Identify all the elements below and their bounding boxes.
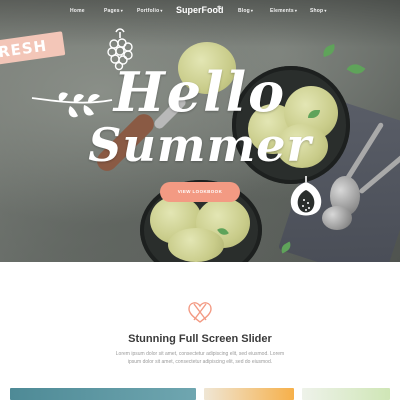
chevron-down-icon: ▾ (250, 8, 254, 13)
thumbnail-image[interactable] (302, 388, 390, 400)
section-text-line: Lorem ipsum dolor sit amet, consectetur … (115, 351, 285, 357)
nav-item-home[interactable]: Home (70, 8, 85, 14)
nav-item-label: Home (70, 8, 85, 14)
ice-cream-heart-icon (188, 302, 212, 323)
hero-headline-line1: Hello (113, 60, 287, 124)
nav-item-label: Portfolio (137, 8, 160, 14)
nav-item-label: Pages (104, 8, 120, 14)
nav-item-pages[interactable]: Pages▾ (104, 8, 123, 14)
nav-item-shop[interactable]: Shop▾ (310, 8, 327, 14)
thumbnail-image[interactable] (10, 388, 196, 400)
thumbnail-image[interactable] (204, 388, 294, 400)
chevron-down-icon: ▾ (120, 8, 123, 13)
hero-headline-line2: Summer (88, 118, 312, 172)
chevron-down-icon: ▾ (324, 8, 327, 13)
nav-item-label: Shop (310, 8, 324, 14)
top-navigation: Home Pages▾ Portfolio▾ SuperFood ✾ Blog▾… (0, 0, 400, 24)
logo-mark-icon: ✾ (217, 5, 222, 11)
fig-doodle-icon (290, 176, 322, 216)
nav-item-blog[interactable]: Blog▾ (238, 8, 253, 14)
view-lookbook-button[interactable]: VIEW LOOKBOOK (160, 182, 240, 202)
hero-slider: RESH Hello Summer VIEW LOOKBOOK (0, 0, 400, 262)
nav-item-portfolio[interactable]: Portfolio▾ (137, 8, 163, 14)
section-text-line: ipsum dolor sit amet, consectetur adipis… (127, 359, 273, 365)
chevron-down-icon: ▾ (160, 8, 163, 13)
nav-item-elements[interactable]: Elements▾ (270, 8, 297, 14)
nav-item-label: Blog (238, 8, 250, 14)
section-title: Stunning Full Screen Slider (128, 333, 272, 345)
nav-item-label: Elements (270, 8, 294, 14)
chevron-down-icon: ▾ (294, 8, 298, 13)
section-description: Lorem ipsum dolor sit amet, consectetur … (100, 350, 300, 366)
